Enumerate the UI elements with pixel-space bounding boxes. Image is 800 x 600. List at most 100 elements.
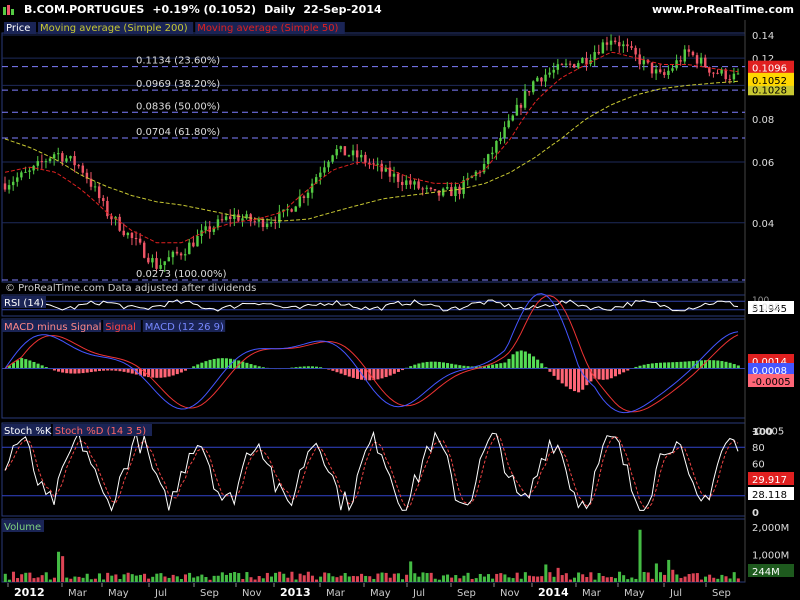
candle-body <box>57 153 60 155</box>
volume-bar <box>536 576 540 582</box>
macd-hist-bar <box>708 360 712 369</box>
volume-bar <box>335 577 339 582</box>
ma200-line <box>4 80 739 222</box>
candle-body <box>343 146 347 156</box>
volume-bar <box>188 572 192 582</box>
copyright-label: © ProRealTime.com Data adjusted after di… <box>5 283 256 294</box>
volume-bar <box>200 574 204 582</box>
macd-hist-bar <box>597 368 601 380</box>
candle-body <box>319 172 322 178</box>
panel-frame-vol <box>1 518 746 583</box>
candle-body <box>417 181 420 189</box>
volume-bar <box>237 573 241 582</box>
chart-canvas[interactable]: 0.1134 (23.60%) 0.0969 (38.20%) 0.0836 (50… <box>0 0 800 600</box>
volume-bar <box>175 576 179 582</box>
candle-body <box>147 257 150 263</box>
candle-body <box>183 254 187 256</box>
volume-bar <box>347 576 351 582</box>
volume-bar <box>515 572 519 582</box>
volume-bar <box>167 577 171 582</box>
volume-bar <box>24 572 28 582</box>
volume-bar <box>52 577 56 582</box>
candle-body <box>720 69 723 74</box>
candle-body <box>188 242 191 255</box>
candle-body <box>327 161 330 168</box>
candle-body <box>36 161 39 166</box>
volume-bar <box>179 578 183 582</box>
volume-bar <box>622 575 626 582</box>
volume-bar <box>585 576 589 582</box>
macd-hist-bar <box>16 360 20 369</box>
x-axis-label: Mar <box>326 588 346 599</box>
candle-body <box>44 161 48 163</box>
volume-bar <box>44 572 48 582</box>
candle-body <box>695 55 699 64</box>
volume-bar <box>134 575 138 582</box>
candle-body <box>392 173 396 177</box>
volume-bar <box>163 576 167 582</box>
volume-bar <box>486 574 491 582</box>
volume-bar <box>646 572 650 582</box>
volume-bar <box>171 574 175 582</box>
volume-bar <box>421 572 425 582</box>
volume-bar <box>16 578 20 582</box>
candle-body <box>294 206 297 212</box>
volume-bar <box>679 577 683 582</box>
candle-body <box>396 173 400 182</box>
candle-body <box>544 74 547 82</box>
volume-bar <box>663 574 667 582</box>
macd-hist-bar <box>515 351 519 369</box>
volume-bar <box>724 576 728 582</box>
volume-bar <box>638 529 642 582</box>
volume-bar <box>290 571 294 582</box>
volume-bar <box>57 551 61 582</box>
volume-bar <box>339 575 343 582</box>
candle-body <box>265 223 269 228</box>
candle-body <box>667 70 670 75</box>
candle-body <box>523 91 527 108</box>
volume-bar <box>249 577 253 582</box>
macd-hist-bar <box>675 362 679 369</box>
macd-hist-bar <box>380 368 384 379</box>
volume-bar <box>470 578 474 582</box>
volume-bar <box>241 578 245 582</box>
candle-body <box>425 187 429 189</box>
candle-body <box>548 72 551 75</box>
volume-bar <box>429 572 433 582</box>
candle-body <box>48 158 52 162</box>
volume-bar <box>466 572 470 582</box>
x-axis-label: Jul <box>412 588 425 599</box>
volume-bar <box>728 578 732 582</box>
candle-body <box>241 218 244 221</box>
volume-bar <box>364 575 368 582</box>
panel-frame-price <box>1 32 746 283</box>
candle-body <box>93 186 97 188</box>
candle-body <box>118 216 121 231</box>
candle-body <box>269 222 273 224</box>
macd-hist-bar <box>527 353 531 369</box>
ma200-legend: Moving average (Simple 200) <box>40 23 188 34</box>
volume-bar <box>634 578 638 582</box>
candle-body <box>298 196 302 207</box>
volume-bar <box>519 578 523 582</box>
macd-hist-bar <box>61 368 65 373</box>
candle-body <box>699 57 703 64</box>
candle-body <box>704 57 707 68</box>
macd-hist-bar <box>339 368 343 374</box>
candle-body <box>577 63 580 68</box>
volume-bar <box>204 577 208 582</box>
candle-body <box>220 219 224 221</box>
volume-bar <box>233 572 237 582</box>
volume-bar <box>7 579 11 582</box>
x-axis-label: Nov <box>500 588 520 599</box>
candle-body <box>323 167 326 173</box>
candle-body <box>626 44 629 47</box>
volume-bar <box>28 572 32 582</box>
candle-body <box>106 201 109 217</box>
volume-bar <box>507 577 511 582</box>
candle-body <box>511 115 514 121</box>
stoch-tick-label: 60 <box>752 459 765 470</box>
volume-bar <box>265 572 269 582</box>
candle-body <box>347 155 351 157</box>
volume-bar <box>253 579 257 582</box>
